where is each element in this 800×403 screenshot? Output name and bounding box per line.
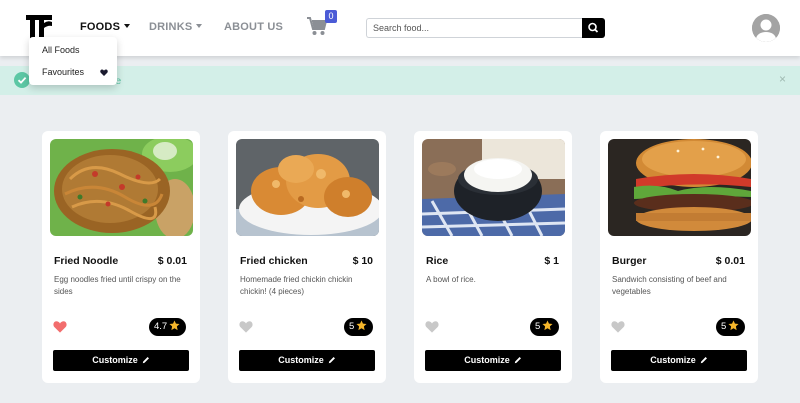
- star-icon: [356, 320, 367, 331]
- heart-icon: [100, 69, 108, 76]
- food-image-fried-chicken[interactable]: [236, 139, 379, 236]
- rating-badge: 4.7: [149, 318, 187, 336]
- success-alert: Added to favourite ×: [0, 66, 800, 95]
- alert-close-button[interactable]: ×: [779, 72, 786, 86]
- nav-drinks-label: DRINKS: [149, 21, 193, 33]
- customize-button[interactable]: Customize: [53, 350, 189, 371]
- customize-button[interactable]: Customize: [425, 350, 561, 371]
- food-name: Burger: [612, 255, 647, 267]
- food-card: Burger $ 0.01 Sandwich consisting of bee…: [600, 131, 758, 383]
- foods-dropdown-menu: All Foods Favourites: [29, 37, 117, 85]
- food-price: $ 0.01: [157, 255, 187, 267]
- rating-value: 5: [349, 321, 355, 332]
- food-price: $ 0.01: [715, 255, 745, 267]
- search-button[interactable]: [582, 18, 605, 38]
- customize-button[interactable]: Customize: [239, 350, 375, 371]
- food-card: Fried Noodle $ 0.01 Egg noodles fried un…: [42, 131, 200, 383]
- search-input[interactable]: [366, 18, 583, 38]
- pencil-icon: [514, 357, 521, 364]
- food-image-burger[interactable]: [608, 139, 751, 236]
- customize-label: Customize: [278, 355, 324, 365]
- food-card: Fried chicken $ 10 Homemade fried chicki…: [228, 131, 386, 383]
- navbar: FOODS DRINKS ABOUT US 0: [0, 0, 800, 56]
- favourite-heart-icon[interactable]: [611, 320, 625, 333]
- rating-badge: 5: [716, 318, 746, 336]
- customize-label: Customize: [464, 355, 510, 365]
- favourite-heart-icon[interactable]: [53, 320, 67, 333]
- nav-about-label: ABOUT US: [224, 21, 284, 33]
- food-price: $ 10: [352, 255, 373, 267]
- caret-down-icon: [196, 24, 203, 28]
- nav-foods[interactable]: FOODS: [80, 21, 131, 33]
- nav-foods-label: FOODS: [80, 21, 121, 33]
- food-name: Fried Noodle: [54, 255, 119, 267]
- search-icon: [588, 22, 599, 33]
- pencil-icon: [142, 357, 149, 364]
- food-description: Sandwich consisting of beef and vegetabl…: [612, 275, 727, 296]
- rating-badge: 5: [344, 318, 374, 336]
- food-name: Rice: [426, 255, 449, 267]
- nav-drinks[interactable]: DRINKS: [149, 21, 203, 33]
- food-description: Egg noodles fried until crispy on the si…: [54, 275, 181, 296]
- logo-icon[interactable]: [26, 15, 52, 39]
- food-image-rice[interactable]: [422, 139, 565, 236]
- rating-value: 5: [535, 321, 541, 332]
- user-icon: [752, 14, 780, 42]
- pencil-icon: [328, 357, 335, 364]
- food-card: Rice $ 1 A bowl of rice. 5 Customize: [414, 131, 572, 383]
- dropdown-item-favourites[interactable]: Favourites: [42, 67, 84, 77]
- food-description: Homemade fried chickin chickin chickin! …: [240, 275, 353, 296]
- star-icon: [169, 320, 180, 331]
- customize-label: Customize: [92, 355, 138, 365]
- check-circle-icon: [14, 72, 30, 88]
- nav-about-us[interactable]: ABOUT US: [224, 21, 283, 33]
- star-icon: [542, 320, 553, 331]
- rating-value: 4.7: [154, 321, 168, 332]
- star-icon: [728, 320, 739, 331]
- food-image-fried-noodle[interactable]: [50, 139, 193, 236]
- food-price: $ 1: [544, 255, 559, 267]
- food-description: A bowl of rice.: [426, 275, 476, 284]
- avatar[interactable]: [752, 14, 780, 42]
- cart-badge: 0: [325, 10, 337, 23]
- food-name: Fried chicken: [240, 255, 308, 267]
- customize-label: Customize: [650, 355, 696, 365]
- customize-button[interactable]: Customize: [611, 350, 747, 371]
- caret-down-icon: [124, 24, 131, 28]
- favourite-heart-icon[interactable]: [425, 320, 439, 333]
- rating-badge: 5: [530, 318, 560, 336]
- favourite-heart-icon[interactable]: [239, 320, 253, 333]
- rating-value: 5: [721, 321, 727, 332]
- dropdown-item-all-foods[interactable]: All Foods: [42, 45, 80, 55]
- pencil-icon: [700, 357, 707, 364]
